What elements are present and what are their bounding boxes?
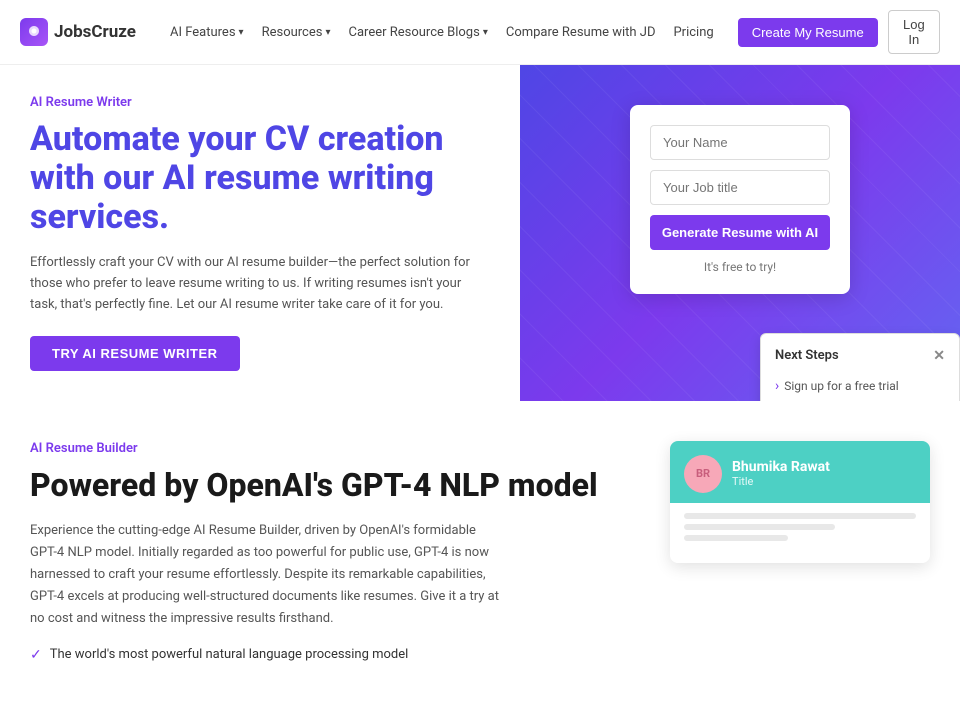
next-steps-header: Next Steps ✕ bbox=[775, 348, 945, 364]
section2-description: Experience the cutting-edge AI Resume Bu… bbox=[30, 520, 500, 630]
next-steps-item-plans[interactable]: Compare Plans bbox=[775, 398, 945, 401]
caret-icon: ▾ bbox=[325, 27, 330, 38]
nav-compare-resume[interactable]: Compare Resume with JD bbox=[506, 25, 656, 40]
check-text: The world's most powerful natural langua… bbox=[50, 647, 409, 662]
resume-line-1 bbox=[684, 513, 916, 519]
nav-links: AI Features ▾ Resources ▾ Career Resourc… bbox=[170, 25, 714, 40]
hero-visual: Generate Resume with AI It's free to try… bbox=[520, 65, 960, 401]
next-steps-popup: Next Steps ✕ Sign up for a free trial Co… bbox=[760, 333, 960, 401]
nav-ai-features[interactable]: AI Features ▾ bbox=[170, 25, 244, 40]
hero-title: Automate your CV creation with our AI re… bbox=[30, 120, 490, 237]
next-steps-title: Next Steps bbox=[775, 348, 839, 363]
next-steps-item-trial[interactable]: Sign up for a free trial bbox=[775, 374, 945, 398]
resume-body bbox=[670, 503, 930, 563]
gpt4-content: AI Resume Builder Powered by OpenAI's GP… bbox=[30, 441, 630, 663]
resume-form-card: Generate Resume with AI It's free to try… bbox=[630, 105, 850, 294]
resume-person-info: Bhumika Rawat Title bbox=[732, 459, 830, 488]
logo[interactable]: JobsCruze bbox=[20, 18, 136, 46]
resume-person-title: Title bbox=[732, 475, 830, 488]
gpt4-section: AI Resume Builder Powered by OpenAI's GP… bbox=[0, 401, 960, 703]
resume-header: BR Bhumika Rawat Title bbox=[670, 441, 930, 503]
close-icon[interactable]: ✕ bbox=[933, 348, 945, 364]
login-button[interactable]: Log In bbox=[888, 10, 940, 54]
resume-preview-card: BR Bhumika Rawat Title bbox=[670, 441, 930, 563]
logo-icon bbox=[20, 18, 48, 46]
logo-text: JobsCruze bbox=[54, 22, 136, 42]
nav-actions: Create My Resume Log In bbox=[738, 10, 940, 54]
avatar: BR bbox=[684, 455, 722, 493]
name-input[interactable] bbox=[650, 125, 830, 160]
caret-icon: ▾ bbox=[239, 27, 244, 38]
nav-career-blogs[interactable]: Career Resource Blogs ▾ bbox=[349, 25, 488, 40]
generate-resume-button[interactable]: Generate Resume with AI bbox=[650, 215, 830, 250]
hero-description: Effortlessly craft your CV with our AI r… bbox=[30, 253, 470, 315]
navbar: JobsCruze AI Features ▾ Resources ▾ Care… bbox=[0, 0, 960, 65]
section2-title: Powered by OpenAI's GPT-4 NLP model bbox=[30, 466, 630, 504]
checkmark-icon: ✓ bbox=[30, 647, 42, 663]
check-item: ✓ The world's most powerful natural lang… bbox=[30, 647, 630, 663]
hero-badge: AI Resume Writer bbox=[30, 95, 490, 110]
section2-badge: AI Resume Builder bbox=[30, 441, 630, 456]
create-resume-button[interactable]: Create My Resume bbox=[738, 18, 878, 47]
hero-content: AI Resume Writer Automate your CV creati… bbox=[0, 65, 520, 401]
nav-pricing[interactable]: Pricing bbox=[673, 25, 713, 40]
free-trial-text: It's free to try! bbox=[650, 260, 830, 274]
nav-resources[interactable]: Resources ▾ bbox=[262, 25, 331, 40]
avatar-initials: BR bbox=[696, 467, 710, 480]
hero-section: AI Resume Writer Automate your CV creati… bbox=[0, 65, 960, 401]
job-title-input[interactable] bbox=[650, 170, 830, 205]
resume-line-2 bbox=[684, 524, 835, 530]
try-ai-resume-writer-button[interactable]: TRY AI RESUME WRITER bbox=[30, 336, 240, 371]
resume-person-name: Bhumika Rawat bbox=[732, 459, 830, 475]
caret-icon: ▾ bbox=[483, 27, 488, 38]
